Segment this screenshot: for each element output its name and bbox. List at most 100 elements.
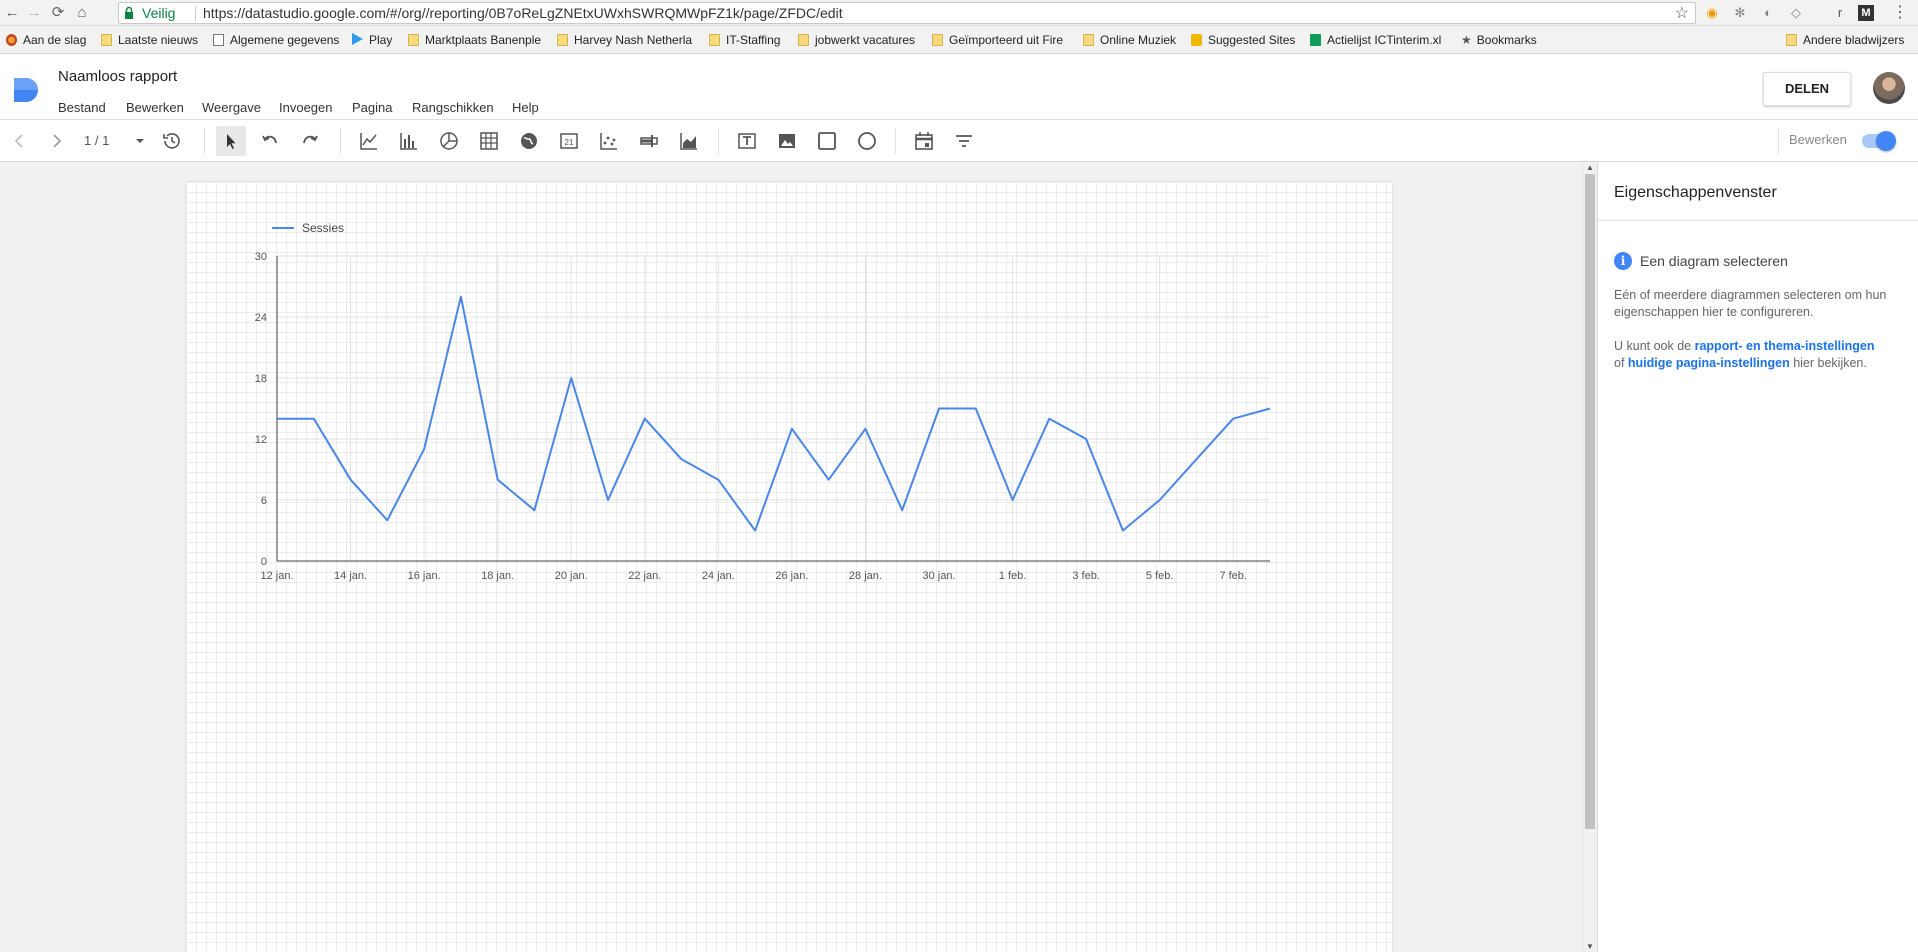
toolbar-separator: [1778, 128, 1779, 154]
data-point[interactable]: [605, 497, 611, 503]
undo-icon[interactable]: [258, 129, 282, 153]
page-indicator[interactable]: 1 / 1: [84, 133, 109, 148]
bar-chart-icon[interactable]: [397, 129, 421, 153]
menu-bewerken[interactable]: Bewerken: [126, 100, 184, 115]
data-point[interactable]: [1267, 406, 1273, 412]
geo-map-icon[interactable]: [517, 129, 541, 153]
data-point[interactable]: [862, 426, 868, 432]
series-line-sessies[interactable]: [277, 295, 1271, 532]
chrome-menu-icon[interactable]: ⋮: [1892, 5, 1908, 21]
rss-icon[interactable]: ◉: [1704, 5, 1720, 21]
extension-r-icon[interactable]: r: [1832, 5, 1848, 21]
data-point[interactable]: [311, 416, 317, 422]
extension-m-icon[interactable]: M: [1858, 5, 1874, 21]
date-range-icon[interactable]: [912, 129, 936, 153]
pie-chart-icon[interactable]: [437, 129, 461, 153]
text-icon[interactable]: [735, 129, 759, 153]
history-icon[interactable]: [160, 129, 184, 153]
bookmark-item[interactable]: Harvey Nash Netherla: [557, 32, 692, 48]
filter-control-icon[interactable]: [952, 129, 976, 153]
data-point[interactable]: [789, 426, 795, 432]
menu-bestand[interactable]: Bestand: [58, 100, 106, 115]
menu-weergave[interactable]: Weergave: [202, 100, 261, 115]
report-title[interactable]: Naamloos rapport: [58, 68, 177, 85]
bookmark-item[interactable]: jobwerkt vacatures: [798, 32, 915, 48]
rectangle-icon[interactable]: [815, 129, 839, 153]
bookmark-item[interactable]: Actielijst ICTinterim.xl: [1310, 32, 1441, 48]
data-point[interactable]: [531, 507, 537, 513]
data-point[interactable]: [642, 416, 648, 422]
menu-help[interactable]: Help: [512, 100, 539, 115]
previous-page-icon[interactable]: [8, 129, 32, 153]
bookmark-item[interactable]: Suggested Sites: [1191, 32, 1295, 48]
url-text[interactable]: https://datastudio.google.com/#/org//rep…: [203, 5, 843, 21]
data-point[interactable]: [1010, 497, 1016, 503]
menu-invoegen[interactable]: Invoegen: [279, 100, 333, 115]
data-point[interactable]: [1046, 416, 1052, 422]
data-point[interactable]: [936, 406, 942, 412]
data-point[interactable]: [568, 375, 574, 381]
edit-toggle[interactable]: [1862, 131, 1896, 151]
bookmark-item[interactable]: Marktplaats Banenple: [408, 32, 541, 48]
data-point[interactable]: [679, 456, 685, 462]
select-cursor-icon[interactable]: [219, 129, 243, 153]
scorecard-icon[interactable]: 21: [557, 129, 581, 153]
circle-icon[interactable]: [855, 129, 879, 153]
bookmark-item[interactable]: Algemene gegevens: [213, 32, 339, 48]
other-bookmarks[interactable]: Andere bladwijzers: [1786, 32, 1904, 48]
dropbox-icon[interactable]: ◇: [1788, 5, 1804, 21]
bookmark-item[interactable]: Laatste nieuws: [101, 32, 198, 48]
scrollbar-thumb[interactable]: [1585, 174, 1595, 829]
data-point[interactable]: [495, 477, 501, 483]
menu-rangschikken[interactable]: Rangschikken: [412, 100, 494, 115]
avatar[interactable]: [1873, 72, 1905, 104]
data-point[interactable]: [1193, 456, 1199, 462]
share-button[interactable]: DELEN: [1763, 72, 1851, 106]
data-studio-logo-icon[interactable]: [12, 76, 38, 102]
time-series-chart[interactable]: 0 6 12 18 24 30 12 jan. 14 jan. 16 jan. 18 jan. 20…: [220, 216, 1280, 596]
data-point[interactable]: [1083, 436, 1089, 442]
data-point[interactable]: [384, 517, 390, 523]
data-point[interactable]: [715, 477, 721, 483]
data-point[interactable]: [1230, 416, 1236, 422]
bookmark-item[interactable]: Aan de slag: [6, 32, 86, 48]
scroll-up-icon[interactable]: ▲: [1586, 163, 1594, 172]
extension-gear-icon[interactable]: ✻: [1732, 5, 1748, 21]
report-theme-settings-link[interactable]: rapport- en thema-instellingen: [1695, 339, 1875, 353]
vertical-scrollbar[interactable]: ▲ ▼: [1582, 162, 1597, 952]
bookmark-item[interactable]: ★ Bookmarks: [1461, 32, 1537, 48]
redo-icon[interactable]: [298, 129, 322, 153]
back-icon[interactable]: ←: [2, 3, 22, 23]
data-point[interactable]: [458, 294, 464, 300]
extension-eye-icon[interactable]: ◐: [1760, 5, 1776, 21]
bookmark-item[interactable]: Play: [352, 32, 392, 48]
reload-icon[interactable]: ⟳: [48, 3, 68, 23]
table-icon[interactable]: [477, 129, 501, 153]
data-point[interactable]: [421, 446, 427, 452]
bookmark-star-icon[interactable]: ☆: [1675, 3, 1689, 23]
forward-icon[interactable]: →: [24, 3, 44, 23]
data-point[interactable]: [899, 507, 905, 513]
image-icon[interactable]: [775, 129, 799, 153]
page-settings-link[interactable]: huidige pagina-instellingen: [1628, 356, 1790, 370]
url-bar[interactable]: Veilig https://datastudio.google.com/#/o…: [118, 2, 1696, 24]
data-point[interactable]: [752, 528, 758, 534]
page-dropdown-icon[interactable]: [128, 129, 152, 153]
scroll-down-icon[interactable]: ▼: [1586, 942, 1594, 951]
bullet-chart-icon[interactable]: [637, 129, 661, 153]
data-point[interactable]: [348, 477, 354, 483]
area-chart-icon[interactable]: [677, 129, 701, 153]
home-icon[interactable]: ⌂: [72, 3, 92, 23]
bookmark-item[interactable]: Online Muziek: [1083, 32, 1176, 48]
data-point[interactable]: [274, 416, 280, 422]
data-point[interactable]: [973, 406, 979, 412]
bookmark-item[interactable]: Geïmporteerd uit Fire: [932, 32, 1063, 48]
menu-pagina[interactable]: Pagina: [352, 100, 392, 115]
data-point[interactable]: [1120, 528, 1126, 534]
data-point[interactable]: [826, 477, 832, 483]
time-series-chart-icon[interactable]: [357, 129, 381, 153]
scatter-chart-icon[interactable]: [597, 129, 621, 153]
data-point[interactable]: [1157, 497, 1163, 503]
bookmark-item[interactable]: IT-Staffing: [709, 32, 780, 48]
next-page-icon[interactable]: [44, 129, 68, 153]
